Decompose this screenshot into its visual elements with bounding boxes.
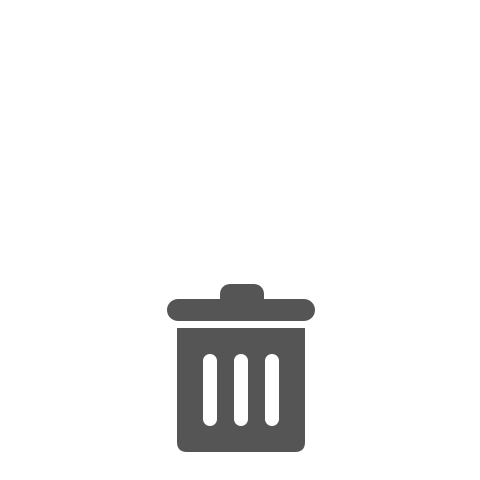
icon-canvas	[0, 0, 480, 480]
trash-slot-right	[265, 354, 279, 426]
trash-lid	[167, 299, 315, 321]
trash-icon[interactable]	[165, 282, 317, 454]
trash-slot-left	[203, 354, 217, 426]
trash-slot-middle	[234, 354, 248, 426]
